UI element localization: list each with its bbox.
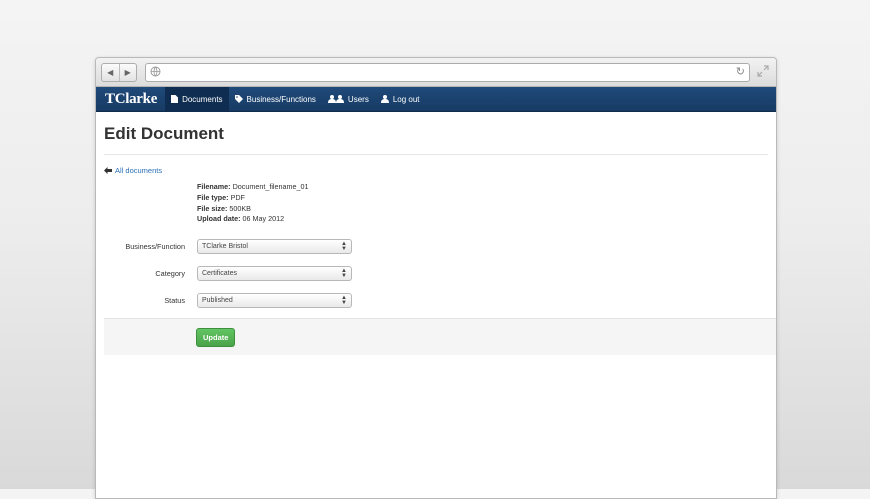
category-label: Category [155, 268, 185, 278]
arrow-left-icon [104, 167, 112, 174]
browser-toolbar: ◀ ▶ ↻ [96, 58, 776, 87]
nav-item-label: Users [347, 94, 369, 104]
reload-icon[interactable]: ↻ [736, 65, 745, 78]
category-select[interactable]: Certificates ▲ ▼ [197, 265, 352, 281]
user-icon [380, 95, 389, 103]
business-function-value: TClarke Bristol [202, 242, 248, 250]
users-icon [327, 95, 344, 103]
category-row: Category Certificates ▲ ▼ [104, 265, 768, 281]
fullscreen-icon[interactable] [757, 65, 769, 77]
filesize-row: File size: 500KB [197, 204, 768, 215]
edit-form: Business/Function TClarke Bristol ▲ ▼ Cat… [104, 238, 768, 308]
nav-item-label: Documents [182, 94, 223, 104]
filetype-label: File type: [197, 192, 229, 202]
file-details: Filename: Document_filename_01 File type… [197, 182, 768, 225]
status-value: Published [202, 296, 233, 304]
tag-icon [234, 95, 243, 103]
filename-label: Filename: [197, 182, 231, 191]
status-select[interactable]: Published ▲ ▼ [197, 292, 352, 308]
all-documents-link[interactable]: All documents [104, 166, 768, 175]
file-icon [171, 95, 179, 103]
filename-value: Document_filename_01 [232, 182, 309, 191]
filename-row: Filename: Document_filename_01 [197, 182, 768, 193]
business-function-select[interactable]: TClarke Bristol ▲ ▼ [197, 238, 352, 254]
top-navbar: TClarke Documents Business/Functions Use… [96, 87, 776, 112]
main-content: Edit Document All documents Filename: Do… [96, 124, 776, 356]
filetype-value: PDF [230, 192, 245, 202]
select-arrows-icon: ▲ ▼ [341, 294, 347, 306]
browser-window: ◀ ▶ ↻ TClarke Documents Business/Functio… [95, 57, 777, 499]
nav-item-documents[interactable]: Documents [165, 87, 229, 111]
select-arrows-icon: ▲ ▼ [341, 267, 347, 279]
filesize-label: File size: [197, 203, 228, 213]
category-value: Certificates [202, 269, 238, 277]
forward-arrow-icon[interactable]: ▶ [120, 64, 137, 81]
form-actions: Update [104, 318, 776, 356]
update-button[interactable]: Update [196, 328, 236, 348]
nav-item-log-out[interactable]: Log out [375, 87, 426, 111]
business-function-row: Business/Function TClarke Bristol ▲ ▼ [104, 238, 768, 254]
upload-date-row: Upload date: 06 May 2012 [197, 214, 768, 225]
upload-date-label: Upload date: [197, 214, 241, 224]
business-function-label: Business/Function [125, 241, 185, 251]
page-title: Edit Document [104, 124, 768, 155]
nav-item-label: Log out [392, 94, 420, 104]
nav-item-business-functions[interactable]: Business/Functions [229, 87, 322, 111]
filetype-row: File type: PDF [197, 193, 768, 204]
upload-date-value: 06 May 2012 [242, 214, 285, 224]
select-arrows-icon: ▲ ▼ [341, 240, 347, 252]
globe-icon [150, 66, 161, 77]
back-link-label: All documents [115, 166, 163, 175]
nav-item-users[interactable]: Users [322, 87, 375, 111]
history-buttons: ◀ ▶ [101, 63, 137, 82]
nav-item-label: Business/Functions [246, 94, 316, 104]
status-row: Status Published ▲ ▼ [104, 292, 768, 308]
address-bar[interactable]: ↻ [145, 63, 750, 82]
status-label: Status [164, 295, 185, 305]
brand-logo[interactable]: TClarke [105, 91, 157, 108]
back-arrow-icon[interactable]: ◀ [102, 64, 120, 81]
filesize-value: 500KB [229, 203, 251, 213]
